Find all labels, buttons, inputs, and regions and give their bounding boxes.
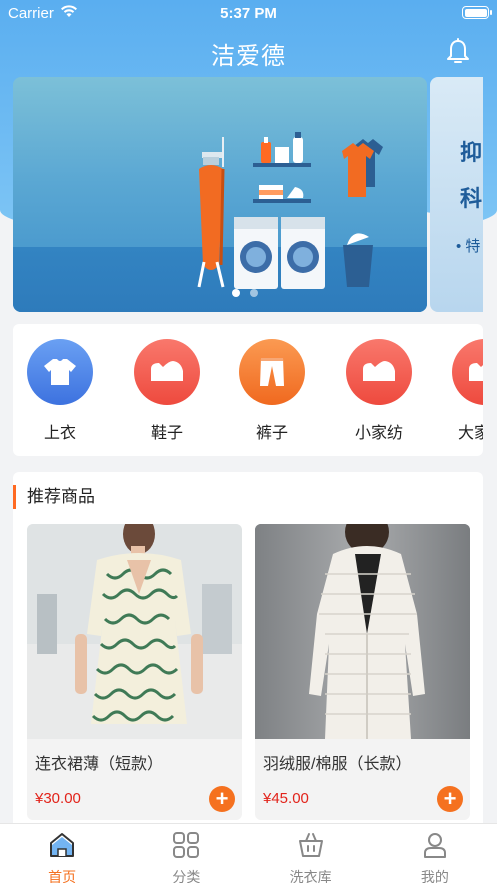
category-label: 小家纺	[354, 425, 403, 442]
user-icon	[423, 833, 446, 858]
tab-label: 洗衣库	[289, 869, 332, 883]
category-pants[interactable]: 裤子	[239, 339, 305, 443]
banner-next-text-1: 抑	[460, 140, 483, 165]
banner-slide[interactable]	[13, 77, 427, 312]
tab-category[interactable]: 分类	[124, 824, 248, 883]
category-label: 鞋子	[150, 425, 183, 442]
banner-pagination	[232, 289, 258, 297]
tab-label: 我的	[420, 869, 449, 883]
tab-bar: 首页 分类 洗衣库 我的	[0, 823, 497, 883]
tab-profile[interactable]: 我的	[373, 824, 497, 883]
product-card[interactable]: 羽绒服/棉服（长款） ¥45.00 +	[255, 524, 470, 820]
pants-icon	[239, 339, 305, 405]
shirt-icon	[27, 339, 93, 405]
category-label: 大家	[458, 425, 483, 442]
grid-icon	[173, 832, 200, 858]
category-label: 上衣	[43, 425, 76, 442]
product-image	[27, 524, 242, 739]
product-card[interactable]: 连衣裙薄（短款） ¥30.00 +	[27, 524, 242, 820]
product-name: 连衣裙薄（短款）	[35, 756, 164, 773]
shoe-icon	[346, 339, 412, 405]
banner-next-text-3: • 特	[456, 238, 481, 255]
banner-next-text-2: 科	[460, 186, 483, 211]
tab-home[interactable]: 首页	[0, 824, 124, 883]
laundry-illustration	[197, 132, 383, 289]
product-price: ¥45.00	[263, 790, 309, 807]
category-large-textile[interactable]: 大家	[452, 339, 483, 443]
bell-icon[interactable]	[445, 38, 471, 66]
banner-next-slide[interactable]: 抑 科 • 特	[430, 77, 483, 312]
battery-icon	[462, 6, 492, 19]
tab-label: 分类	[172, 869, 201, 883]
pagination-dot[interactable]	[232, 289, 240, 297]
category-section: 上衣 鞋子 裤子 小家纺 大家	[13, 324, 483, 456]
tab-laundry[interactable]: 洗衣库	[249, 824, 373, 883]
recommend-section: 推荐商品 连衣裙薄（短款） ¥30.00 + 羽绒服/棉服（长款） ¥45.00…	[13, 472, 483, 832]
product-price: ¥30.00	[35, 790, 81, 807]
category-tops[interactable]: 上衣	[27, 339, 93, 443]
add-to-cart-button[interactable]: +	[209, 786, 235, 812]
pagination-dot[interactable]	[250, 289, 258, 297]
category-label: 裤子	[255, 425, 288, 442]
category-home-textile[interactable]: 小家纺	[346, 339, 412, 443]
section-title: 推荐商品	[13, 485, 95, 509]
page-title: 洁爱德	[211, 43, 286, 70]
add-to-cart-button[interactable]: +	[437, 786, 463, 812]
product-name: 羽绒服/棉服（长款）	[263, 756, 412, 773]
product-image	[255, 524, 470, 739]
home-icon	[50, 833, 75, 857]
shoe-icon	[134, 339, 200, 405]
category-shoes[interactable]: 鞋子	[134, 339, 200, 443]
tab-label: 首页	[48, 869, 77, 883]
clock: 5:37 PM	[220, 5, 277, 22]
shoe-icon	[452, 339, 483, 405]
status-bar: Carrier 5:37 PM	[0, 0, 497, 26]
basket-icon	[298, 833, 323, 857]
